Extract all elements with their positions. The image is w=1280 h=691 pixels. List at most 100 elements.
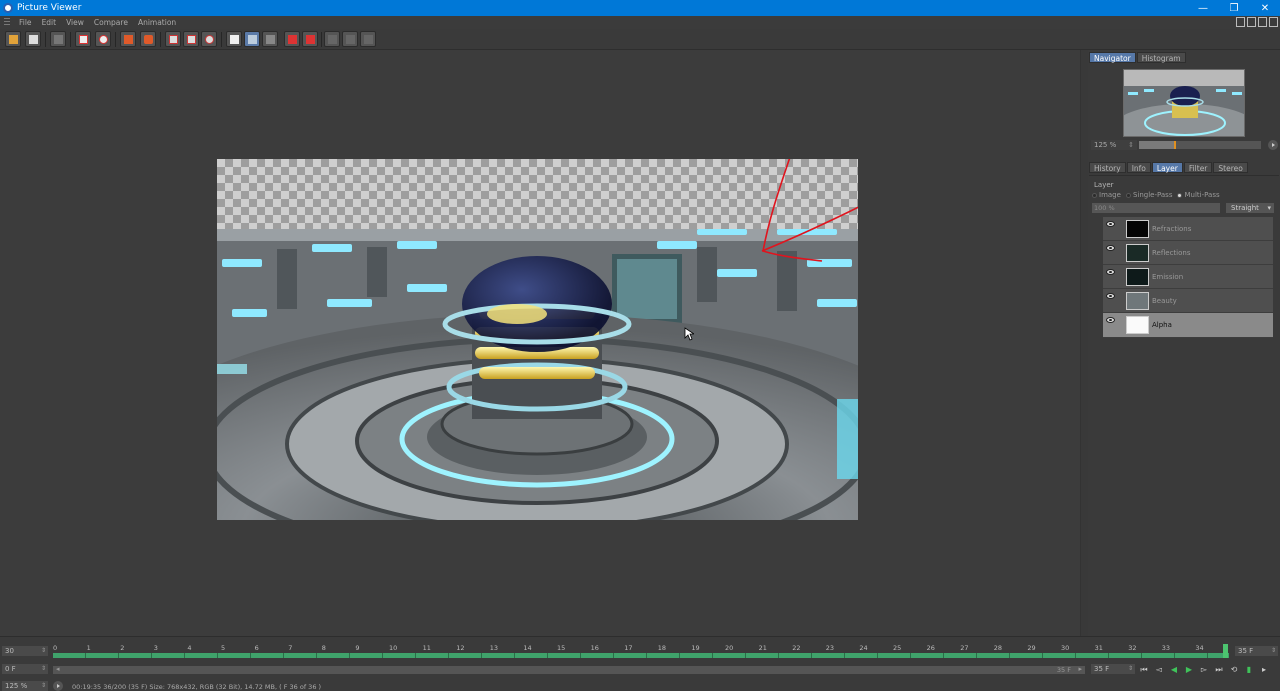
timeline-tick-label: 20 <box>725 644 734 652</box>
layer-row-emission[interactable]: Emission <box>1103 265 1273 289</box>
tab-navigator[interactable]: Navigator <box>1089 52 1136 63</box>
stop-icon <box>54 35 63 44</box>
menu-edit[interactable]: Edit <box>37 18 62 27</box>
compare-split-button[interactable] <box>244 31 260 47</box>
zoom-field[interactable]: 125 % ⇕ <box>2 681 48 691</box>
eye-icon[interactable] <box>1106 269 1115 275</box>
zoom-reset-button[interactable] <box>201 31 217 47</box>
menu-file[interactable]: File <box>14 18 37 27</box>
eye-icon[interactable] <box>1106 317 1115 323</box>
annotation-arrow <box>761 159 858 262</box>
zoom-fit-button[interactable] <box>165 31 181 47</box>
current-frame-field[interactable]: 30 ⇕ <box>2 646 48 656</box>
start-frame-field[interactable]: 0 F ⇕ <box>2 664 48 674</box>
export-alt-button[interactable] <box>140 31 156 47</box>
layer-section-label: Layer <box>1094 181 1114 189</box>
go-to-start-icon[interactable]: ⏮ <box>1138 665 1150 675</box>
tab-layer[interactable]: Layer <box>1151 162 1183 173</box>
scroll-left-icon[interactable]: ◂ <box>56 665 60 673</box>
tab-filter[interactable]: Filter <box>1183 162 1213 173</box>
picture-viewer-window: Picture Viewer — ❐ ✕ File Edit View Comp… <box>0 0 1280 691</box>
layer-opacity-field[interactable]: 100 % <box>1092 203 1220 213</box>
menu-animation[interactable]: Animation <box>133 18 181 27</box>
zoom-play-button[interactable] <box>53 681 63 691</box>
timeline-tick-label: 11 <box>422 644 431 652</box>
loop-icon[interactable]: ⟲ <box>1228 665 1240 675</box>
window-title: Picture Viewer <box>17 3 82 13</box>
navigator-play-button[interactable] <box>1268 140 1278 150</box>
timeline-scrollbar[interactable]: ◂ 35 F ▸ <box>53 665 1085 674</box>
rendered-image[interactable] <box>217 159 858 520</box>
grid-button[interactable] <box>75 31 91 47</box>
navigator-zoom-thumb[interactable] <box>1174 141 1177 149</box>
tab-history[interactable]: History <box>1089 162 1126 173</box>
ab-button[interactable] <box>226 31 242 47</box>
play-forward-icon[interactable]: ▶ <box>1183 665 1195 675</box>
step-forward-icon[interactable]: ▻ <box>1198 665 1210 675</box>
timeline-tick-label: 22 <box>792 644 801 652</box>
timeline-tick-label: 12 <box>456 644 465 652</box>
navigator-zoom-slider[interactable] <box>1139 141 1261 149</box>
end-frame-field-2[interactable]: 35 F ⇕ <box>1091 664 1135 674</box>
mode-image[interactable]: Image <box>1092 191 1121 199</box>
navigator-zoom-field[interactable]: 125 % ⇕ <box>1091 140 1137 150</box>
panel-splitter[interactable] <box>1080 50 1088 636</box>
tab-stereo[interactable]: Stereo <box>1213 162 1248 173</box>
layer-thumbnail <box>1126 244 1149 262</box>
color-b-button[interactable] <box>342 31 358 47</box>
record-indicator-icon[interactable]: ▮ <box>1243 665 1255 675</box>
layout-panel-icon[interactable] <box>1236 17 1245 27</box>
eye-icon[interactable] <box>1106 293 1115 299</box>
zoom-region-button[interactable] <box>183 31 199 47</box>
end-frame-field[interactable]: 35 F ⇕ <box>1235 646 1278 656</box>
more-icon[interactable]: ▸ <box>1258 665 1270 675</box>
mode-single-pass[interactable]: Single-Pass <box>1125 191 1172 199</box>
go-to-end-icon[interactable]: ⏭ <box>1213 665 1225 675</box>
layer-row-alpha[interactable]: Alpha <box>1103 313 1273 338</box>
tab-histogram[interactable]: Histogram <box>1136 52 1186 63</box>
scroll-right-icon[interactable]: ▸ <box>1078 665 1082 673</box>
open-button[interactable] <box>5 31 21 47</box>
blend-mode-select[interactable]: Straight ▾ <box>1226 203 1274 213</box>
layer-row-reflections[interactable]: Reflections <box>1103 241 1273 265</box>
export-button[interactable] <box>120 31 136 47</box>
restore-button[interactable]: ❐ <box>1219 0 1249 16</box>
settings-button[interactable] <box>95 31 111 47</box>
play-reverse-icon[interactable]: ◀ <box>1168 665 1180 675</box>
layer-row-beauty[interactable]: Beauty <box>1103 289 1273 313</box>
stop-button[interactable] <box>50 31 66 47</box>
minimize-button[interactable]: — <box>1188 0 1218 16</box>
menu-grip-icon <box>4 18 10 27</box>
layer-name: Alpha <box>1152 321 1172 329</box>
eye-icon[interactable] <box>1106 221 1115 227</box>
mode-multi-pass[interactable]: Multi-Pass <box>1177 191 1220 199</box>
tab-info[interactable]: Info <box>1126 162 1151 173</box>
timeline-tick-label: 28 <box>993 644 1003 652</box>
layer-row-refractions[interactable]: Refractions <box>1103 217 1273 241</box>
timeline-ruler[interactable]: 0 1 2 3 4 5 6 7 8 9 10 11 12 13 14 15 16 17 18 19 20 21 22 23 24… <box>53 644 1229 659</box>
timeline-tick-label: 15 <box>557 644 566 652</box>
menu-view[interactable]: View <box>61 18 89 27</box>
image-viewport[interactable] <box>0 50 1080 636</box>
swap-b-button[interactable] <box>302 31 318 47</box>
navigator-preview[interactable] <box>1123 69 1245 137</box>
step-back-icon[interactable]: ◅ <box>1153 665 1165 675</box>
eye-icon[interactable] <box>1106 245 1115 251</box>
layer-list: Refractions Reflections Emission Beauty <box>1103 217 1273 338</box>
layout-window-icon[interactable] <box>1247 17 1256 27</box>
ab-icon <box>230 35 239 44</box>
close-button[interactable]: ✕ <box>1250 0 1280 16</box>
color-c-button[interactable] <box>360 31 376 47</box>
swap-a-button[interactable] <box>284 31 300 47</box>
toolbar <box>0 29 1280 50</box>
navigator-zoom-fill <box>1139 141 1175 149</box>
compare-ab-button[interactable] <box>262 31 278 47</box>
layout-move-icon[interactable] <box>1258 17 1267 27</box>
color-a-button[interactable] <box>324 31 340 47</box>
timeline-tick-label: 31 <box>1094 644 1103 652</box>
timeline-playhead[interactable] <box>1223 644 1228 658</box>
menu-compare[interactable]: Compare <box>89 18 133 27</box>
layout-expand-icon[interactable] <box>1269 17 1278 27</box>
timeline-tick-label: 4 <box>187 644 192 652</box>
save-button[interactable] <box>25 31 41 47</box>
